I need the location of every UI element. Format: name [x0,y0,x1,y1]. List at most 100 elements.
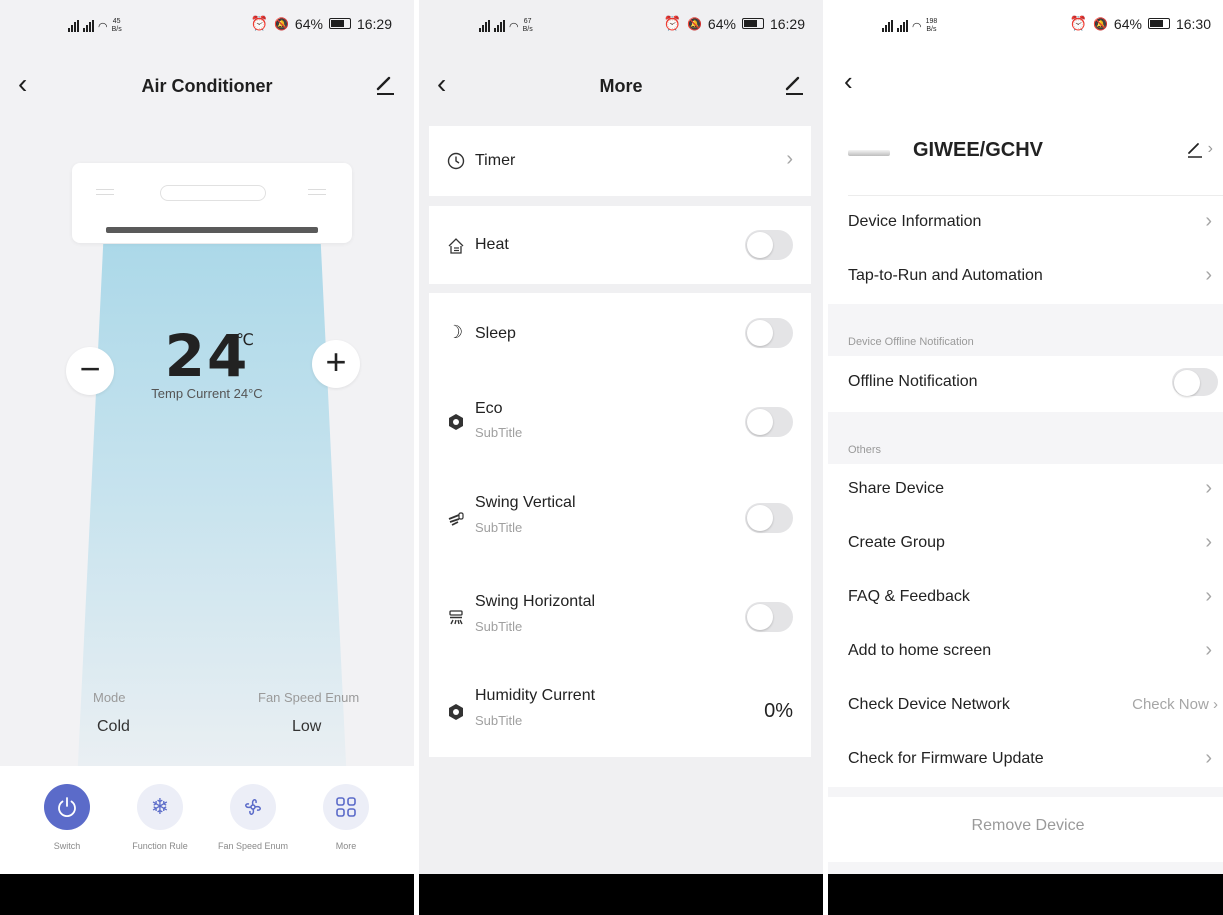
swing-vertical-toggle[interactable] [745,503,793,533]
status-icons-left: ◠ 198 B/s [882,18,937,34]
moon-icon: ☽ [447,322,464,342]
status-icons-right: ⏰ 🔕 64% 16:29 [251,15,392,32]
heat-toggle[interactable] [745,230,793,260]
sleep-row: ☽ Sleep [429,293,811,373]
more-screen: ◠ 67 B/s ⏰ 🔕 64% 16:29 ‹ More Timer › Hea… [419,0,823,915]
device-thumbnail [848,150,890,156]
clock-icon [447,152,465,170]
swing-horizontal-subtitle: SubTitle [475,619,523,634]
clock-time: 16:30 [1175,15,1211,32]
page-title: Air Conditioner [141,76,273,96]
edit-icon[interactable] [374,72,396,96]
create-group-label: Create Group [848,534,945,551]
mode-value[interactable]: Cold [97,718,130,736]
status-bar: ◠ 45 B/s ⏰ 🔕 64% 16:29 [0,0,414,50]
chevron-right-icon: › [1207,140,1213,157]
temperature-unit: ℃ [236,332,254,349]
clock-time: 16:29 [769,15,805,32]
data-rate: 198 B/s [925,18,938,33]
sleep-toggle[interactable] [745,318,793,348]
check-now-link[interactable]: Check Now › [1132,696,1218,713]
create-group-row[interactable]: Create Group › [828,517,1223,571]
bottom-toolbar: Switch ❄ Function Rule Fan Speed Enum Mo… [0,766,414,874]
current-temperature: Temp Current 24°C [151,386,263,401]
data-rate: 45 B/s [111,18,122,33]
wifi-icon: ◠ [509,20,519,33]
offline-notification-row: Offline Notification [828,356,1223,412]
switch-button[interactable]: Switch [17,784,117,851]
fan-speed-label: Fan Speed Enum [258,690,360,705]
swing-vertical-icon [448,512,464,526]
faq-feedback-row[interactable]: FAQ & Feedback › [828,571,1223,625]
edit-device-name-button[interactable]: › [1186,140,1213,158]
fan-speed-button[interactable]: Fan Speed Enum [203,784,303,851]
function-rule-button[interactable]: ❄ Function Rule [110,784,210,851]
remove-device-button[interactable]: Remove Device [828,817,1223,835]
wifi-icon: ◠ [912,20,922,33]
status-bar: ◠ 198 B/s ⏰ 🔕 64% 16:30 [828,0,1223,50]
mute-icon: 🔕 [1092,16,1108,31]
eco-icon [449,414,463,430]
ac-main-screen: ◠ 45 B/s ⏰ 🔕 64% 16:29 ‹ Air Conditioner … [0,0,414,915]
mute-icon: 🔕 [273,16,289,31]
nav-bar: ‹ Air Conditioner [0,58,414,114]
add-to-home-screen-row[interactable]: Add to home screen › [828,625,1223,679]
device-name: GIWEE/GCHV [913,139,1044,161]
share-device-label: Share Device [848,480,945,497]
settings-card: ☽ Sleep Eco SubTitle Swing Vertical SubT… [429,293,811,757]
sleep-label: Sleep [475,325,516,342]
vent-lines [308,189,326,195]
battery-percent: 64% [294,15,323,32]
swing-horizontal-toggle[interactable] [745,602,793,632]
offline-section-label: Device Offline Notification [848,336,974,348]
humidity-row: Humidity Current SubTitle 0% [429,665,811,757]
nav-bar: ‹ More [419,58,823,114]
system-nav-bar [419,874,823,915]
clock-time: 16:29 [356,15,392,32]
edit-icon[interactable] [783,72,805,96]
share-device-row[interactable]: Share Device › [828,463,1223,517]
eco-subtitle: SubTitle [475,425,523,440]
vent-lines [96,189,114,195]
chevron-right-icon: › [786,148,793,170]
status-bar: ◠ 67 B/s ⏰ 🔕 64% 16:29 [419,0,823,50]
device-settings-screen: ◠ 198 B/s ⏰ 🔕 64% 16:30 ‹ GIWEE/GCHV › De… [828,0,1223,915]
add-to-home-screen-label: Add to home screen [848,642,992,659]
tap-to-run-row[interactable]: Tap-to-Run and Automation › [828,250,1223,304]
more-button[interactable]: More [296,784,396,851]
humidity-label: Humidity Current [475,687,596,704]
timer-row[interactable]: Timer › [429,126,811,196]
battery-icon [1147,18,1170,29]
chevron-right-icon: › [1205,210,1212,232]
snowflake-icon: ❄ [137,784,183,830]
alarm-icon: ⏰ [663,15,681,31]
eco-toggle[interactable] [745,407,793,437]
eco-label: Eco [475,400,503,417]
function-rule-label: Function Rule [132,841,188,851]
increase-temp-button[interactable]: + [312,340,360,388]
chevron-right-icon: › [1205,639,1212,661]
wifi-icon: ◠ [98,20,108,33]
fan-speed-value[interactable]: Low [292,718,321,736]
section-spacer [828,787,1223,797]
device-information-row[interactable]: Device Information › [828,196,1223,250]
display-slot [160,185,266,201]
tap-to-run-label: Tap-to-Run and Automation [848,267,1043,284]
offline-notification-toggle[interactable] [1172,368,1218,396]
firmware-update-label: Check for Firmware Update [848,750,1044,767]
signal-icon [882,20,893,32]
firmware-update-row[interactable]: Check for Firmware Update › [828,733,1223,787]
fan-speed-label-bottom: Fan Speed Enum [217,841,289,851]
power-icon [44,784,90,830]
offline-section-header: Device Offline Notification [828,304,1223,356]
back-button[interactable]: ‹ [844,66,853,97]
ac-unit-illustration [72,163,352,243]
signal-icon [83,20,94,32]
check-device-network-row[interactable]: Check Device Network Check Now › [828,679,1223,733]
louver [106,227,318,233]
page-title: More [599,76,643,96]
signal-icon [494,20,505,32]
system-nav-bar [828,874,1223,915]
swing-vertical-label: Swing Vertical [475,494,576,511]
battery-icon [741,18,764,29]
